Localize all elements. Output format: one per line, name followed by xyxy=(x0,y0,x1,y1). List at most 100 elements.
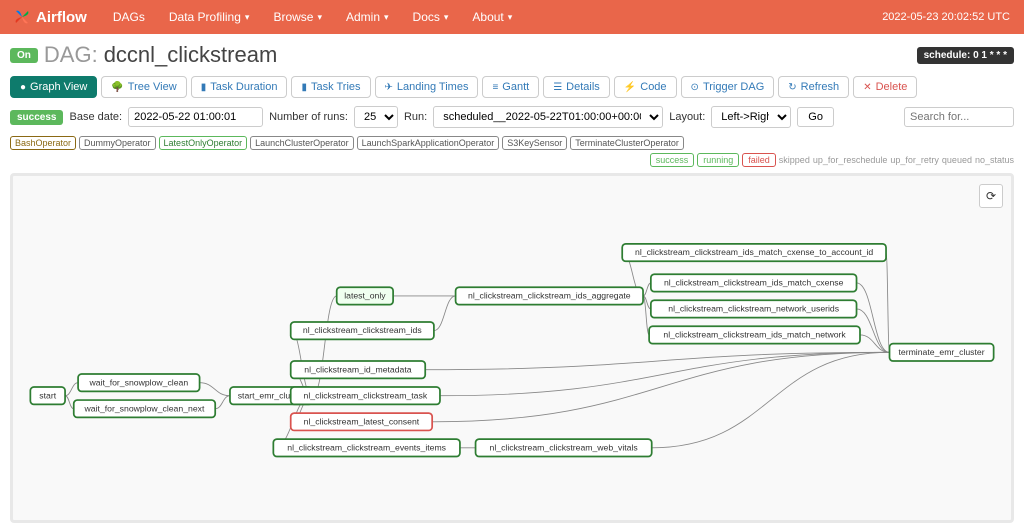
times-icon: ✕ xyxy=(863,82,871,93)
airflow-logo-icon xyxy=(14,9,30,25)
task-node-nl_clickstream_clickstream_ids[interactable]: nl_clickstream_clickstream_ids xyxy=(291,322,434,339)
task-label: nl_clickstream_latest_consent xyxy=(304,416,420,426)
task-node-nl_clickstream_clickstream_ids_match_cxense_to_account_id[interactable]: nl_clickstream_clickstream_ids_match_cxe… xyxy=(622,244,886,261)
task-node-start[interactable]: start xyxy=(30,387,65,404)
toolbar-label: Code xyxy=(640,81,666,93)
task-label: nl_clickstream_clickstream_ids_aggregate xyxy=(468,291,631,301)
dag-on-toggle[interactable]: On xyxy=(10,48,38,63)
graph-refresh-button[interactable]: ⟳ xyxy=(979,184,1003,208)
operator-chip-terminateclusteroperator[interactable]: TerminateClusterOperator xyxy=(570,136,684,150)
brand-text: Airflow xyxy=(36,9,87,26)
caret-down-icon: ▾ xyxy=(317,12,322,23)
edge xyxy=(886,253,889,353)
base-date-input[interactable] xyxy=(128,107,263,127)
task-node-nl_clickstream_clickstream_events_items[interactable]: nl_clickstream_clickstream_events_items xyxy=(273,439,460,456)
code-button[interactable]: ⚡ Code xyxy=(614,76,677,98)
status-chip-running[interactable]: running xyxy=(697,153,739,167)
status-chip-no_status[interactable]: no_status xyxy=(975,155,1014,165)
task-node-nl_clickstream_clickstream_web_vitals[interactable]: nl_clickstream_clickstream_web_vitals xyxy=(476,439,652,456)
task-node-nl_clickstream_clickstream_ids_aggregate[interactable]: nl_clickstream_clickstream_ids_aggregate xyxy=(456,287,643,304)
task-node-nl_clickstream_clickstream_task[interactable]: nl_clickstream_clickstream_task xyxy=(291,387,440,404)
delete-button[interactable]: ✕Delete xyxy=(853,76,917,98)
plane-icon: ✈ xyxy=(385,82,393,93)
task-node-wait_for_snowplow_clean_next[interactable]: wait_for_snowplow_clean_next xyxy=(74,400,215,417)
toolbar-label: Trigger DAG xyxy=(703,81,764,93)
operator-chip-bashoperator[interactable]: BashOperator xyxy=(10,136,76,150)
align-icon: ≡ xyxy=(492,82,498,93)
task-label: latest_only xyxy=(344,291,386,301)
task-label: nl_clickstream_clickstream_ids xyxy=(303,325,422,335)
toolbar-label: Refresh xyxy=(801,81,840,93)
main-navbar: Airflow DAGsData Profiling▾Browse▾Admin▾… xyxy=(0,0,1024,34)
dag-label: DAG: xyxy=(44,42,98,68)
utc-clock: 2022-05-23 20:02:52 UTC xyxy=(882,11,1010,23)
task-node-nl_clickstream_latest_consent[interactable]: nl_clickstream_latest_consent xyxy=(291,413,432,430)
task-tries-button[interactable]: ▮Task Tries xyxy=(291,76,370,98)
task-label: wait_for_snowplow_clean_next xyxy=(84,403,205,413)
edge xyxy=(860,335,890,352)
status-chip-failed[interactable]: failed xyxy=(742,153,776,167)
play-icon: ⊙ xyxy=(691,82,699,93)
status-chip-queued[interactable]: queued xyxy=(942,155,972,165)
details-button[interactable]: ☰Details xyxy=(543,76,610,98)
task-node-nl_clickstream_clickstream_ids_match_network[interactable]: nl_clickstream_clickstream_ids_match_net… xyxy=(649,326,860,343)
operator-chip-s3keysensor[interactable]: S3KeySensor xyxy=(502,136,567,150)
tree-view-button[interactable]: 🌳Tree View xyxy=(101,76,186,98)
toolbar-label: Landing Times xyxy=(397,81,469,93)
trigger-dag-button[interactable]: ⊙ Trigger DAG xyxy=(681,76,775,98)
status-chip-up_for_reschedule[interactable]: up_for_reschedule xyxy=(813,155,888,165)
search-input[interactable] xyxy=(904,107,1014,127)
task-label: nl_clickstream_clickstream_events_items xyxy=(287,442,446,452)
nav-about[interactable]: About▾ xyxy=(462,4,522,30)
task-node-wait_for_snowplow_clean[interactable]: wait_for_snowplow_clean xyxy=(78,374,199,391)
layout-select[interactable]: Left->Right xyxy=(711,106,791,128)
status-chip-success[interactable]: success xyxy=(650,153,695,167)
toolbar-label: Task Duration xyxy=(210,81,277,93)
task-label: nl_clickstream_clickstream_web_vitals xyxy=(490,442,639,452)
task-label: nl_clickstream_clickstream_network_useri… xyxy=(668,304,839,314)
tree-icon: 🌳 xyxy=(111,82,123,93)
graph-view-button[interactable]: ●Graph View xyxy=(10,76,97,98)
task-label: nl_clickstream_id_metadata xyxy=(304,364,411,374)
refresh-button[interactable]: ↻Refresh xyxy=(778,76,849,98)
nav-admin[interactable]: Admin▾ xyxy=(336,4,399,30)
refresh-icon: ⟳ xyxy=(986,189,996,203)
task-node-latest_only[interactable]: latest_only xyxy=(337,287,393,304)
status-chip-up_for_retry[interactable]: up_for_retry xyxy=(890,155,939,165)
task-node-nl_clickstream_id_metadata[interactable]: nl_clickstream_id_metadata xyxy=(291,361,426,378)
caret-down-icon: ▾ xyxy=(384,12,389,23)
landing-times-button[interactable]: ✈ Landing Times xyxy=(375,76,479,98)
run-select[interactable]: scheduled__2022-05-22T01:00:00+00:00 xyxy=(433,106,663,128)
status-chip-skipped[interactable]: skipped xyxy=(779,155,810,165)
run-status-badge: success xyxy=(10,110,63,125)
view-toolbar: ●Graph View🌳Tree View▮Task Duration▮Task… xyxy=(10,76,1014,98)
legend-row: BashOperatorDummyOperatorLatestOnlyOpera… xyxy=(10,136,1014,167)
nav-dags[interactable]: DAGs xyxy=(103,4,155,30)
operator-chip-latestonlyoperator[interactable]: LatestOnlyOperator xyxy=(159,136,248,150)
task-node-terminate_emr_cluster[interactable]: terminate_emr_cluster xyxy=(890,344,994,361)
operator-chip-launchclusteroperator[interactable]: LaunchClusterOperator xyxy=(250,136,354,150)
runs-select[interactable]: 25 xyxy=(354,106,398,128)
filters-row: success Base date: Number of runs: 25 Ru… xyxy=(10,106,1014,128)
task-label: start xyxy=(39,390,56,400)
operator-chip-launchsparkapplicationoperator[interactable]: LaunchSparkApplicationOperator xyxy=(357,136,500,150)
gantt-button[interactable]: ≡Gantt xyxy=(482,76,539,98)
graph-canvas[interactable]: ⟳ start wait_for_snowplow_clean wait_for_s… xyxy=(10,173,1014,523)
nav-browse[interactable]: Browse▾ xyxy=(263,4,332,30)
operator-chip-dummyoperator[interactable]: DummyOperator xyxy=(79,136,156,150)
task-duration-button[interactable]: ▮Task Duration xyxy=(191,76,288,98)
dag-name: dccnl_clickstream xyxy=(104,42,278,68)
edge xyxy=(65,396,74,409)
bars-icon: ▮ xyxy=(201,82,207,93)
edge xyxy=(857,309,890,352)
bolt-icon: ⚡ xyxy=(624,82,636,93)
edge xyxy=(65,383,78,396)
edge xyxy=(312,296,336,396)
nav-data-profiling[interactable]: Data Profiling▾ xyxy=(159,4,260,30)
task-node-nl_clickstream_clickstream_network_userids[interactable]: nl_clickstream_clickstream_network_useri… xyxy=(651,300,857,317)
brand[interactable]: Airflow xyxy=(14,9,87,26)
nav-docs[interactable]: Docs▾ xyxy=(403,4,459,30)
go-button[interactable]: Go xyxy=(797,107,834,127)
edge xyxy=(652,352,890,447)
task-node-nl_clickstream_clickstream_ids_match_cxense[interactable]: nl_clickstream_clickstream_ids_match_cxe… xyxy=(651,274,857,291)
